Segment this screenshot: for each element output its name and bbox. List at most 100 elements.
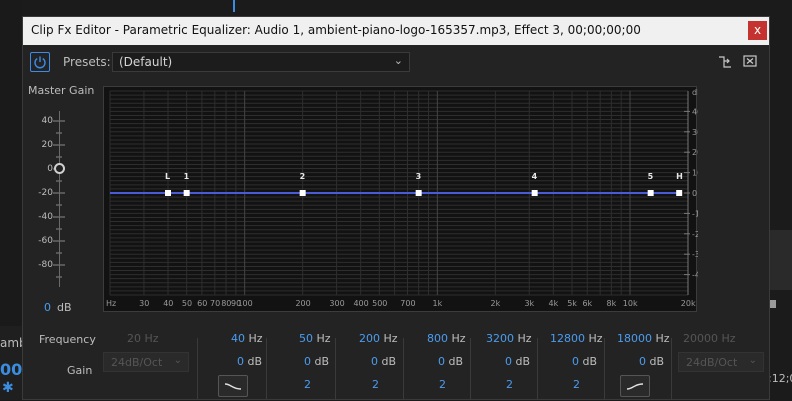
master-gain-ticks	[53, 120, 65, 278]
high-shelf-gain-value[interactable]: 0	[639, 355, 646, 368]
band4-frequency-value[interactable]: 3200	[486, 332, 514, 345]
master-gain-value[interactable]: 0	[44, 301, 51, 314]
band5-q-value[interactable]: 2	[573, 378, 580, 391]
band5-gain[interactable]: 0 dB	[572, 355, 597, 368]
freq-axis-label: 50	[182, 299, 192, 308]
low-shelf-icon	[224, 383, 242, 390]
band3-frequency[interactable]: 800 Hz	[427, 332, 466, 345]
gain-tick-label: 40	[41, 116, 53, 126]
band2-gain-value[interactable]: 0	[371, 355, 378, 368]
band3-gain[interactable]: 0 dB	[438, 355, 463, 368]
band-handle[interactable]	[647, 190, 654, 196]
band1-gain[interactable]: 0 dB	[304, 355, 329, 368]
close-button[interactable]: x	[748, 21, 767, 40]
freq-axis-label: 70	[210, 299, 220, 308]
band5-gain-value[interactable]: 0	[572, 355, 579, 368]
band-controls: Frequency Gain 20 Hz 24dB/Oct ⌄ 40 Hz 0 …	[23, 324, 769, 401]
band3-frequency-value[interactable]: 800	[427, 332, 448, 345]
freq-axis-label: 700	[400, 299, 415, 308]
freq-axis-label: 4k	[549, 299, 559, 308]
presets-value: (Default)	[119, 55, 173, 69]
band3-q-value[interactable]: 2	[439, 378, 446, 391]
freq-axis-label: 400	[353, 299, 368, 308]
band-handle[interactable]	[164, 190, 171, 196]
title-bar[interactable]: Clip Fx Editor - Parametric Equalizer: A…	[23, 17, 769, 45]
high-cut-slope-value: 24dB/Oct	[686, 356, 738, 369]
low-cut-frequency[interactable]: 20 Hz	[127, 332, 159, 345]
band4-gain[interactable]: 0 dB	[505, 355, 530, 368]
high-cut-slope-dropdown[interactable]: 24dB/Oct ⌄	[678, 352, 764, 372]
band1-gain-unit: dB	[314, 355, 330, 368]
power-button[interactable]	[30, 52, 50, 72]
master-gain-unit: dB	[57, 301, 72, 314]
low-cut-slope-value: 24dB/Oct	[111, 356, 163, 369]
low-shelf-frequency[interactable]: 40 Hz	[231, 332, 263, 345]
master-gain-track[interactable]	[59, 111, 60, 287]
low-cut-frequency-value[interactable]: 20	[127, 332, 141, 345]
db-axis-unit: dB	[692, 88, 698, 97]
presets-dropdown[interactable]: (Default) ⌄	[112, 52, 410, 72]
db-axis-label: 30	[692, 128, 698, 137]
low-shelf-gain[interactable]: 0 dB	[237, 355, 262, 368]
band1-frequency-value[interactable]: 50	[299, 332, 313, 345]
gain-tick-label: -40	[38, 212, 53, 222]
band2-frequency[interactable]: 200 Hz	[359, 332, 398, 345]
freq-axis-label: 80	[221, 299, 231, 308]
gain-label: Gain	[67, 364, 93, 377]
column-divider	[604, 338, 605, 400]
band2-gain[interactable]: 0 dB	[371, 355, 396, 368]
band-handle[interactable]	[299, 190, 306, 196]
band4-gain-unit: dB	[515, 355, 531, 368]
high-cut-frequency-value[interactable]: 20000	[683, 332, 718, 345]
power-icon	[34, 56, 46, 69]
freq-axis-label: 8k	[607, 299, 617, 308]
band2-frequency-unit: Hz	[383, 332, 398, 345]
low-shelf-gain-value[interactable]: 0	[237, 355, 244, 368]
freq-axis-label: 300	[329, 299, 344, 308]
db-axis-label: -40	[692, 271, 698, 280]
column-divider	[470, 338, 471, 400]
freq-axis-label: 20k	[681, 299, 696, 308]
freq-axis-label: 5k	[567, 299, 577, 308]
band5-frequency[interactable]: 12800 Hz	[550, 332, 603, 345]
master-gain-knob[interactable]	[54, 163, 65, 174]
low-shelf-frequency-value[interactable]: 40	[231, 332, 245, 345]
band-handle[interactable]	[183, 190, 190, 196]
band2-q-value[interactable]: 2	[372, 378, 379, 391]
band4-frequency[interactable]: 3200 Hz	[486, 332, 532, 345]
low-shelf-shape-button[interactable]	[218, 375, 248, 397]
column-divider	[266, 338, 267, 400]
routing-icon[interactable]	[718, 55, 732, 69]
band1-q-value[interactable]: 2	[304, 378, 311, 391]
band4-gain-value[interactable]: 0	[505, 355, 512, 368]
high-cut-frequency[interactable]: 20000 Hz	[683, 332, 736, 345]
band-handle[interactable]	[676, 190, 683, 196]
high-shelf-frequency[interactable]: 18000 Hz	[617, 332, 670, 345]
band5-frequency-value[interactable]: 12800	[550, 332, 585, 345]
band4-q-value[interactable]: 2	[506, 378, 513, 391]
band1-frequency[interactable]: 50 Hz	[299, 332, 331, 345]
high-shelf-shape-button[interactable]	[620, 375, 650, 397]
eq-graph[interactable]: dB403020100-10-20-30-40 Hz30405060708090…	[103, 86, 698, 313]
db-axis-label: 20	[692, 148, 698, 157]
band-handle[interactable]	[531, 190, 538, 196]
band-label: 5	[648, 172, 654, 181]
high-shelf-frequency-value[interactable]: 18000	[617, 332, 652, 345]
band-label: 4	[532, 172, 538, 181]
gain-tick-label: -60	[38, 236, 53, 246]
band3-frequency-unit: Hz	[451, 332, 466, 345]
band-handle[interactable]	[415, 190, 422, 196]
eq-graph-canvas[interactable]: dB403020100-10-20-30-40 Hz30405060708090…	[104, 87, 698, 313]
gain-tick-label: 20	[41, 140, 53, 150]
band-label: 3	[416, 172, 422, 181]
master-gain-label: Master Gain	[28, 84, 95, 97]
high-shelf-gain[interactable]: 0 dB	[639, 355, 664, 368]
low-cut-slope-dropdown[interactable]: 24dB/Oct ⌄	[103, 352, 189, 372]
band5-gain-unit: dB	[582, 355, 598, 368]
column-divider	[335, 338, 336, 400]
band1-gain-value[interactable]: 0	[304, 355, 311, 368]
clear-icon[interactable]	[743, 55, 757, 68]
band3-gain-value[interactable]: 0	[438, 355, 445, 368]
band2-frequency-value[interactable]: 200	[359, 332, 380, 345]
presets-label: Presets:	[63, 55, 111, 69]
